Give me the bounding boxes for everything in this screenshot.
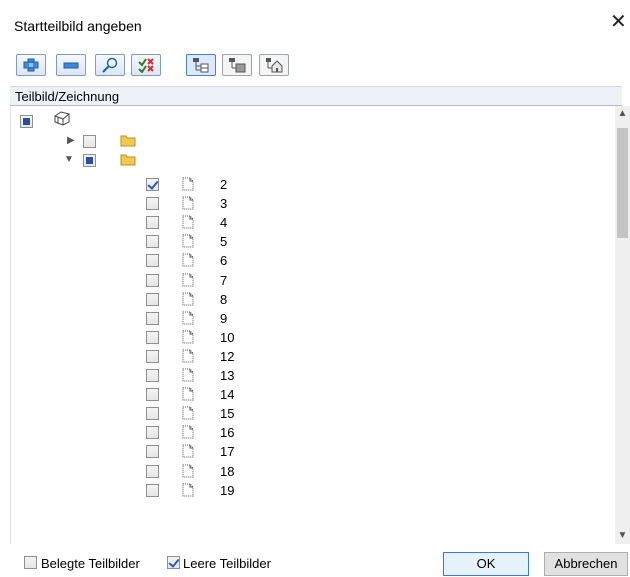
project-icon: [54, 111, 70, 126]
minus-icon: [63, 62, 79, 69]
building-structure-icon: [266, 58, 283, 73]
belegte-teilbilder-checkbox[interactable]: [24, 556, 37, 569]
folder-checkbox-expanded[interactable]: [83, 154, 96, 167]
drawing-file-icon: [182, 349, 194, 363]
drawing-file-icon: [182, 483, 194, 497]
drawing-checkbox[interactable]: [146, 445, 159, 459]
drawing-file-icon: [182, 406, 194, 420]
drawing-number: 8: [220, 291, 228, 307]
folder-icon: [120, 135, 136, 147]
drawing-checkbox[interactable]: [146, 464, 159, 478]
drawing-file-icon: [182, 292, 194, 306]
checklist-button[interactable]: [131, 54, 161, 76]
drawing-file-icon: [182, 425, 194, 439]
drawing-checkbox[interactable]: [146, 388, 159, 402]
drawing-checkbox[interactable]: [146, 330, 159, 344]
drawing-file-icon: [182, 368, 194, 382]
drawing-file-icon: [182, 464, 194, 477]
collapse-all-button[interactable]: [56, 54, 86, 76]
drawing-file-icon: [182, 330, 194, 344]
plus-icon: [23, 58, 39, 72]
drawing-file-icon: [182, 196, 194, 210]
drawing-file-icon: [182, 215, 194, 229]
close-icon[interactable]: ✕: [610, 10, 630, 34]
drawing-number: 12: [220, 348, 235, 364]
folder-open-icon: [120, 154, 136, 166]
layer-structure-icon: [229, 58, 246, 73]
scroll-up-icon[interactable]: ▲: [615, 106, 630, 122]
column-header[interactable]: Teilbild/Zeichnung: [10, 86, 622, 106]
drawing-number: 15: [220, 406, 235, 422]
drawing-checkbox[interactable]: [146, 369, 159, 382]
drawing-checkbox[interactable]: [146, 292, 159, 306]
cancel-button[interactable]: Abbrechen: [544, 552, 628, 576]
drawing-number: 6: [220, 253, 228, 269]
drawing-checkbox[interactable]: [146, 349, 159, 363]
check-cross-icon: [138, 58, 154, 73]
search-button[interactable]: [95, 54, 125, 76]
dialog-title: Startteilbild angeben: [14, 18, 142, 34]
drawing-number: 2: [220, 177, 228, 192]
drawing-number: 18: [220, 463, 235, 479]
drawing-checkbox[interactable]: [146, 426, 159, 440]
belegte-teilbilder-label: Belegte Teilbilder: [41, 556, 140, 571]
ok-button[interactable]: OK: [443, 552, 529, 576]
drawing-file-icon: [182, 234, 194, 248]
leere-teilbilder-label: Leere Teilbilder: [183, 556, 271, 571]
magnifier-icon: [102, 57, 118, 73]
structure-view-button[interactable]: [186, 54, 216, 76]
leere-teilbilder-checkbox[interactable]: [167, 556, 180, 569]
drawing-checkbox[interactable]: [146, 273, 159, 287]
drawing-checkbox[interactable]: [146, 178, 159, 191]
drawing-number: 3: [220, 196, 228, 212]
drawing-file-icon: [182, 177, 194, 191]
drawing-checkbox[interactable]: [146, 407, 159, 421]
scroll-thumb[interactable]: [617, 128, 628, 238]
drawing-checkbox[interactable]: [146, 197, 159, 211]
expand-arrow-icon[interactable]: ▶: [67, 135, 75, 146]
drawing-number: 4: [220, 215, 228, 231]
folder-checkbox[interactable]: [83, 135, 96, 148]
tree-structure-icon: [193, 58, 209, 73]
drawing-number: 14: [220, 387, 235, 403]
drawing-checkbox[interactable]: [146, 311, 159, 325]
drawing-number: 13: [220, 368, 235, 383]
drawing-file-icon: [182, 387, 194, 401]
drawing-file-icon: [182, 253, 194, 267]
drawing-file-icon: [182, 444, 194, 458]
expand-all-button[interactable]: [16, 54, 46, 76]
drawing-checkbox[interactable]: [146, 254, 159, 268]
root-checkbox[interactable]: [20, 115, 33, 128]
drawing-checkbox[interactable]: [146, 483, 159, 497]
drawing-checkbox[interactable]: [146, 216, 159, 230]
drawing-number: 7: [220, 272, 228, 288]
drawing-number: 10: [220, 329, 235, 345]
drawing-file-icon: [182, 273, 194, 286]
drawing-number: 16: [220, 425, 235, 441]
drawing-number: 5: [220, 234, 228, 250]
collapse-arrow-icon[interactable]: ▼: [64, 154, 74, 165]
column-header-label: Teilbild/Zeichnung: [15, 89, 120, 104]
drawing-checkbox[interactable]: [146, 235, 159, 249]
drawing-number: 9: [220, 310, 228, 326]
drawing-file-icon: [182, 311, 194, 325]
drawing-number: 19: [220, 482, 235, 498]
scroll-down-icon[interactable]: ▼: [615, 528, 630, 544]
tree-view: ▶ ▼ 2 3 4 5 6 7 8 9 10 12 13 14 15 16 17 18 19: [10, 106, 623, 544]
layer-view-button[interactable]: [222, 54, 252, 76]
dialog-window: Startteilbild angeben ✕ Teilbild/Zeichnu…: [0, 0, 630, 577]
vertical-scrollbar[interactable]: ▲ ▼: [615, 106, 630, 544]
building-view-button[interactable]: [259, 54, 289, 76]
drawing-number: 17: [220, 444, 235, 460]
